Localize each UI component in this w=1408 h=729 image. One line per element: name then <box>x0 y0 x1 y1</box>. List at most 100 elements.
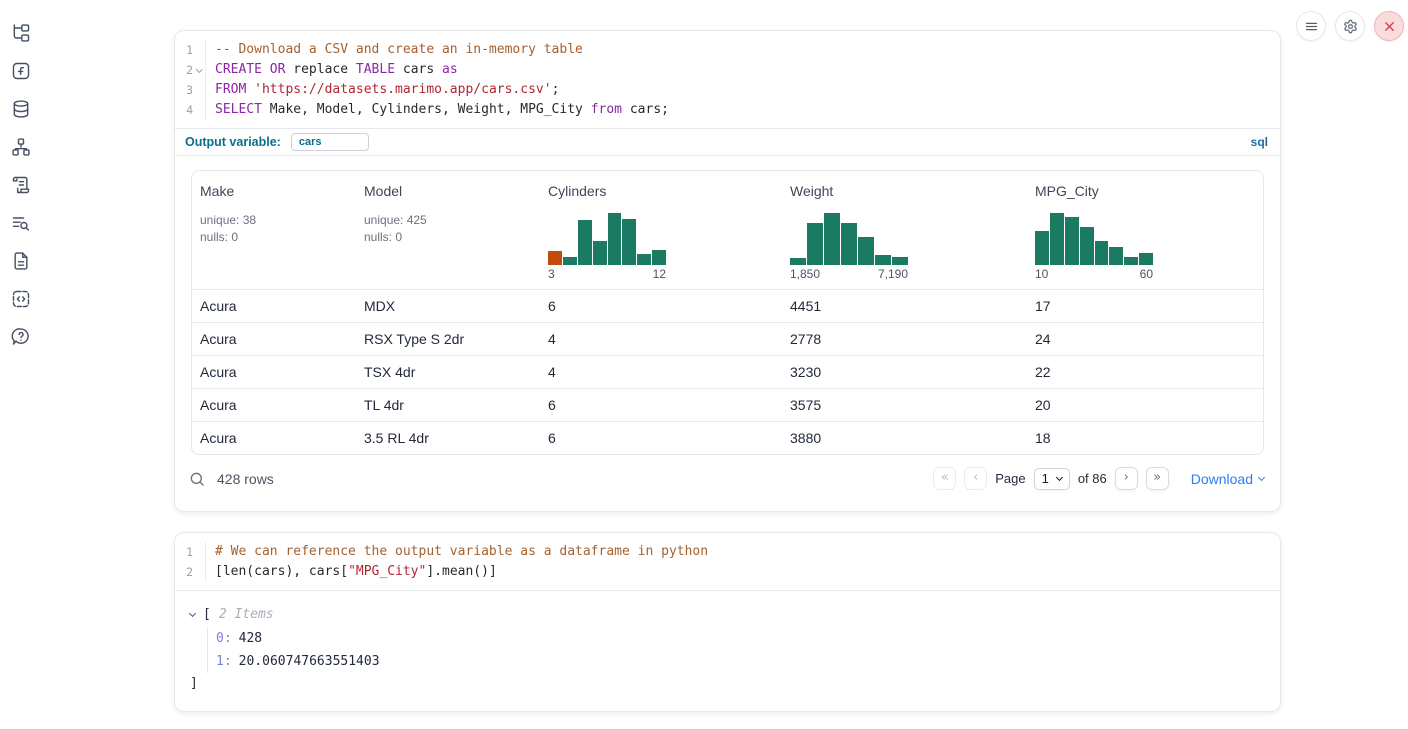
axis-min-label: 1,850 <box>790 267 820 281</box>
collapse-icon[interactable] <box>190 614 203 616</box>
search-icon[interactable] <box>189 471 205 487</box>
code-text: FROM 'https://datasets.marimo.app/cars.c… <box>205 80 559 100</box>
table-header-row: Make unique: 38nulls: 0 Model unique: 425nu… <box>192 171 1263 289</box>
python-code-editor[interactable]: 1# We can reference the output variable … <box>175 533 1280 590</box>
histogram-bar <box>892 257 908 265</box>
fold-chevron-icon[interactable] <box>193 60 205 80</box>
last-page-button[interactable]: » <box>1146 467 1169 490</box>
line-number: 1 <box>175 40 193 60</box>
histogram-bar <box>841 223 857 265</box>
scratchpad-icon[interactable] <box>10 174 32 196</box>
histogram-bar <box>790 258 806 265</box>
row-count: 428 rows <box>217 471 274 487</box>
column-header-cylinders: Cylinders 312 <box>540 183 782 281</box>
code-token: OR <box>270 62 286 77</box>
line-number: 4 <box>175 100 193 120</box>
code-line[interactable]: 1 -- Download a CSV and create an in-memo… <box>175 40 1280 60</box>
table-cell: 20 <box>1027 397 1263 413</box>
code-token: Make, Model, Cylinders, Weight, MPG_City <box>262 102 591 117</box>
table-cell: 6 <box>540 430 782 446</box>
table-row[interactable]: AcuraRSX Type S 2dr4277824 <box>192 322 1263 355</box>
table-cell: Acura <box>192 364 356 380</box>
column-label[interactable]: Cylinders <box>548 183 782 199</box>
code-text: SELECT Make, Model, Cylinders, Weight, M… <box>205 100 669 120</box>
line-number: 2 <box>175 562 193 582</box>
table-cell: TSX 4dr <box>356 364 540 380</box>
page-select[interactable]: 1 <box>1034 468 1070 490</box>
column-label[interactable]: Model <box>364 183 540 199</box>
table-cell: 3.5 RL 4dr <box>356 430 540 446</box>
data-table: Make unique: 38nulls: 0 Model unique: 425nu… <box>191 170 1264 455</box>
fold-spacer <box>193 40 205 60</box>
output-tree: [ 2 Items 0:4281:20.060747663551403 ] <box>175 591 1280 694</box>
menu-button[interactable] <box>1296 11 1326 41</box>
code-line[interactable]: 3FROM 'https://datasets.marimo.app/cars.… <box>175 80 1280 100</box>
column-histogram[interactable]: 312 <box>548 213 666 281</box>
column-histogram[interactable]: 1060 <box>1035 213 1153 281</box>
table-footer: 428 rows « ‹ Page 1 of 86 › » Download <box>175 455 1280 503</box>
table-cell: 24 <box>1027 331 1263 347</box>
code-line[interactable]: 2[len(cars), cars["MPG_City"].mean()] <box>175 562 1280 582</box>
column-label[interactable]: MPG_City <box>1035 183 1263 199</box>
table-cell: 3230 <box>782 364 1027 380</box>
line-number: 2 <box>175 60 193 80</box>
table-body: AcuraMDX6445117AcuraRSX Type S 2dr427782… <box>192 289 1263 454</box>
table-cell: 4451 <box>782 298 1027 314</box>
language-badge[interactable]: sql <box>1251 135 1268 149</box>
sql-code-editor[interactable]: 1 -- Download a CSV and create an in-memo… <box>175 31 1280 128</box>
code-line[interactable]: 1# We can reference the output variable … <box>175 542 1280 562</box>
histogram-bar <box>1095 241 1109 265</box>
column-label[interactable]: Make <box>200 183 356 199</box>
column-label[interactable]: Weight <box>790 183 1027 199</box>
database-icon[interactable] <box>10 98 32 120</box>
table-row[interactable]: AcuraTL 4dr6357520 <box>192 388 1263 421</box>
code-line[interactable]: 4 SELECT Make, Model, Cylinders, Weight, … <box>175 100 1280 120</box>
column-header-weight: Weight 1,8507,190 <box>782 183 1027 281</box>
tree-key: 0: <box>216 631 232 646</box>
logs-icon[interactable] <box>10 212 32 234</box>
output-variable-input[interactable] <box>291 133 369 151</box>
table-cell: 6 <box>540 397 782 413</box>
first-page-button[interactable]: « <box>933 467 956 490</box>
shutdown-button[interactable] <box>1374 11 1404 41</box>
table-row[interactable]: Acura3.5 RL 4dr6388018 <box>192 421 1263 454</box>
output-variable-bar: Output variable: sql <box>175 128 1280 156</box>
code-token: 'https://datasets.marimo.app/cars.csv' <box>254 82 551 97</box>
code-text: -- Download a CSV and create an in-memor… <box>205 40 583 60</box>
column-stats: unique: 425nulls: 0 <box>364 212 540 246</box>
table-row[interactable]: AcuraMDX6445117 <box>192 289 1263 322</box>
prev-page-button[interactable]: ‹ <box>964 467 987 490</box>
table-cell: 22 <box>1027 364 1263 380</box>
histogram-bar <box>807 223 823 265</box>
code-token: TABLE <box>356 62 395 77</box>
documentation-icon[interactable] <box>10 250 32 272</box>
items-count: 2 Items <box>219 607 274 622</box>
help-icon[interactable] <box>10 326 32 348</box>
code-token <box>246 82 254 97</box>
close-icon <box>1382 19 1397 34</box>
function-icon[interactable] <box>10 60 32 82</box>
column-histogram[interactable]: 1,8507,190 <box>790 213 908 281</box>
table-cell: 4 <box>540 331 782 347</box>
file-tree-icon[interactable] <box>10 22 32 44</box>
column-stats: unique: 38nulls: 0 <box>200 212 356 246</box>
dependency-graph-icon[interactable] <box>10 136 32 158</box>
gear-icon <box>1343 19 1358 34</box>
column-header-model: Model unique: 425nulls: 0 <box>356 183 540 281</box>
code-token: -- Download a CSV and create an in-memor… <box>215 42 583 57</box>
code-token <box>262 62 270 77</box>
snippets-icon[interactable] <box>10 288 32 310</box>
download-button[interactable]: Download <box>1191 471 1264 487</box>
code-line[interactable]: 2CREATE OR replace TABLE cars as <box>175 60 1280 80</box>
table-row[interactable]: AcuraTSX 4dr4323022 <box>192 355 1263 388</box>
python-cell: 1# We can reference the output variable … <box>174 532 1281 712</box>
histogram-bar <box>637 254 651 265</box>
code-text: # We can reference the output variable a… <box>205 542 708 562</box>
code-token: "MPG_City" <box>348 564 426 579</box>
histogram-bars <box>548 213 666 265</box>
histogram-bar <box>858 237 874 265</box>
histogram-axis: 1,8507,190 <box>790 267 908 281</box>
table-cell: Acura <box>192 397 356 413</box>
next-page-button[interactable]: › <box>1115 467 1138 490</box>
settings-button[interactable] <box>1335 11 1365 41</box>
